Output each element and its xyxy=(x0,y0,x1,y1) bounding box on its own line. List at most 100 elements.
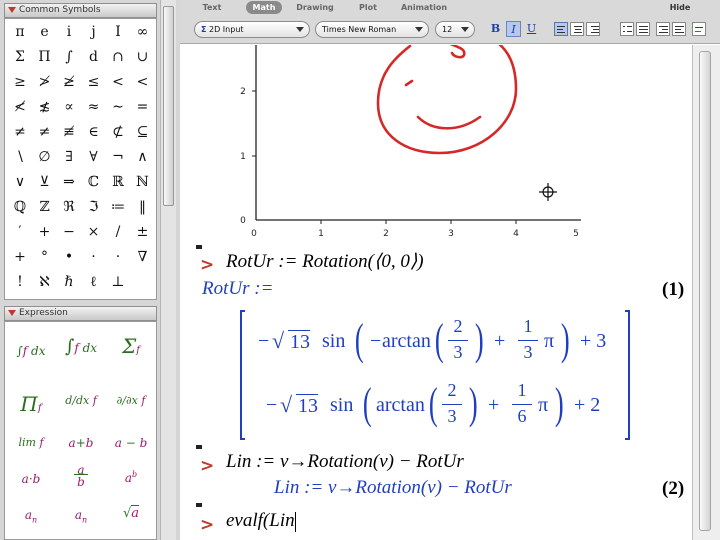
symbol-button[interactable]: I xyxy=(107,21,129,44)
palette-item-fraction[interactable]: ab xyxy=(57,464,105,489)
common-symbols-header[interactable]: Common Symbols xyxy=(4,3,157,18)
symbol-button[interactable]: ‖ xyxy=(132,196,154,219)
symbol-button[interactable]: ∞ xyxy=(132,21,154,44)
plot-canvas[interactable]: 0 1 2 3 4 5 0 1 2 xyxy=(226,45,626,243)
symbol-button[interactable]: ℂ xyxy=(83,171,105,194)
palette-item-definite-integral[interactable]: ∫f dx xyxy=(57,336,105,357)
symbol-button[interactable]: / xyxy=(107,221,129,244)
symbol-button[interactable]: − xyxy=(58,221,80,244)
symbol-button[interactable]: · xyxy=(83,246,105,269)
palette-item-power[interactable]: ab xyxy=(107,470,155,485)
collapse-triangle-icon[interactable] xyxy=(8,6,16,13)
symbol-button[interactable]: ℵ xyxy=(34,271,56,294)
symbol-button[interactable]: + xyxy=(9,246,31,269)
worksheet-scroll-thumb[interactable] xyxy=(699,51,711,531)
symbol-button[interactable]: ¬ xyxy=(107,146,129,169)
font-dropdown[interactable]: Times New Roman xyxy=(315,21,429,38)
symbol-button[interactable]: ⊻ xyxy=(34,171,56,194)
symbol-button[interactable]: ∖ xyxy=(9,146,31,169)
input-mode-dropdown[interactable]: Σ 2D Input xyxy=(194,21,310,38)
symbol-button[interactable]: i xyxy=(58,21,80,44)
tab-text[interactable]: Text xyxy=(194,1,230,14)
symbol-button[interactable]: ℑ xyxy=(83,196,105,219)
symbol-button[interactable]: ′ xyxy=(9,221,31,244)
palette-item-limit[interactable]: lim f xyxy=(7,436,55,449)
symbol-button[interactable]: ℤ xyxy=(34,196,56,219)
align-right-button[interactable] xyxy=(586,22,600,36)
align-left-button[interactable] xyxy=(554,22,568,36)
symbol-button[interactable]: ∪ xyxy=(132,46,154,69)
symbol-button[interactable]: ℝ xyxy=(107,171,129,194)
symbol-button[interactable]: Σ xyxy=(9,46,31,69)
symbol-button[interactable]: < xyxy=(132,71,154,94)
symbol-button[interactable]: ° xyxy=(34,246,56,269)
symbol-button[interactable] xyxy=(132,271,154,294)
palette-item-partial-derivative[interactable]: ∂/∂x f xyxy=(107,394,155,407)
outdent-button[interactable] xyxy=(672,22,686,36)
symbol-button[interactable]: ≮ xyxy=(9,96,31,119)
symbol-button[interactable]: ∇ xyxy=(132,246,154,269)
symbol-button[interactable]: ∼ xyxy=(107,96,129,119)
math-input-line[interactable]: Lin := v→Rotation(v) − RotUr xyxy=(226,451,464,473)
palette-item-sqrt[interactable]: √a xyxy=(107,505,155,521)
tab-math[interactable]: Math xyxy=(246,1,282,14)
symbol-button[interactable]: · xyxy=(107,246,129,269)
symbol-button[interactable]: ℕ xyxy=(132,171,154,194)
symbol-button[interactable]: • xyxy=(58,246,80,269)
palette-item-index[interactable]: an xyxy=(57,508,105,524)
math-input-line-active[interactable]: evalf(Lin xyxy=(226,510,296,532)
symbol-button[interactable]: ∃ xyxy=(58,146,80,169)
worksheet-scrollbar[interactable] xyxy=(692,45,720,540)
expression-header[interactable]: Expression xyxy=(4,306,157,321)
symbol-button[interactable]: ⊥ xyxy=(107,271,129,294)
collapse-triangle-icon[interactable] xyxy=(8,309,16,316)
symbol-button[interactable]: ∀ xyxy=(83,146,105,169)
symbol-button[interactable]: ≢ xyxy=(58,121,80,144)
plot-region[interactable]: 0 1 2 3 4 5 0 1 2 xyxy=(226,45,626,243)
symbol-button[interactable]: ℜ xyxy=(58,196,80,219)
symbol-button[interactable]: ≠ xyxy=(9,121,31,144)
palette-item-subscript[interactable]: an xyxy=(7,508,55,524)
symbol-button[interactable]: j xyxy=(83,21,105,44)
symbol-button[interactable]: ⊄ xyxy=(107,121,129,144)
bullet-list-button[interactable] xyxy=(620,22,634,36)
palette-scrollbar[interactable] xyxy=(160,0,176,540)
symbol-button[interactable]: ∈ xyxy=(83,121,105,144)
palette-item-diff-ab[interactable]: a − b xyxy=(107,436,155,450)
symbol-button[interactable]: ⊆ xyxy=(132,121,154,144)
symbol-button[interactable]: ≯ xyxy=(34,71,56,94)
symbol-button[interactable]: ≈ xyxy=(83,96,105,119)
symbol-button[interactable]: = xyxy=(132,96,154,119)
italic-button[interactable]: I xyxy=(506,21,521,37)
symbol-button[interactable]: ≠ xyxy=(34,121,56,144)
symbol-button[interactable]: Π xyxy=(34,46,56,69)
symbol-button[interactable]: ∫ xyxy=(58,46,80,69)
math-input-line[interactable]: RotUr := Rotation(⟨0, 0⟩) xyxy=(226,250,424,273)
tab-drawing[interactable]: Drawing xyxy=(292,1,338,14)
font-size-dropdown[interactable]: 12 xyxy=(435,21,475,38)
bold-button[interactable]: B xyxy=(488,21,503,37)
palette-scroll-thumb[interactable] xyxy=(163,6,174,206)
symbol-button[interactable]: ≥ xyxy=(9,71,31,94)
align-center-button[interactable] xyxy=(570,22,584,36)
symbol-button[interactable]: ± xyxy=(132,221,154,244)
palette-item-summation[interactable]: Σf xyxy=(107,334,155,358)
indent-button[interactable] xyxy=(656,22,670,36)
symbol-button[interactable]: ∨ xyxy=(9,171,31,194)
worksheet[interactable]: 0 1 2 3 4 5 0 1 2 > RotUr:= Rotation(⟨0… xyxy=(186,45,692,540)
symbol-button[interactable]: π xyxy=(9,21,31,44)
symbol-button[interactable]: ! xyxy=(9,271,31,294)
symbol-button[interactable]: ∩ xyxy=(107,46,129,69)
symbol-button[interactable]: ≴ xyxy=(34,96,56,119)
symbol-button[interactable]: ∝ xyxy=(58,96,80,119)
numbered-list-button[interactable] xyxy=(636,22,650,36)
palette-item-product[interactable]: Πf xyxy=(7,392,55,416)
underline-button[interactable]: U xyxy=(524,21,539,37)
symbol-button[interactable]: < xyxy=(107,71,129,94)
symbol-button[interactable]: ⇒ xyxy=(58,171,80,194)
symbol-button[interactable]: × xyxy=(83,221,105,244)
text-color-button[interactable] xyxy=(692,22,706,36)
symbol-button[interactable]: ∅ xyxy=(34,146,56,169)
symbol-button[interactable]: ≔ xyxy=(107,196,129,219)
symbol-button[interactable]: + xyxy=(34,221,56,244)
